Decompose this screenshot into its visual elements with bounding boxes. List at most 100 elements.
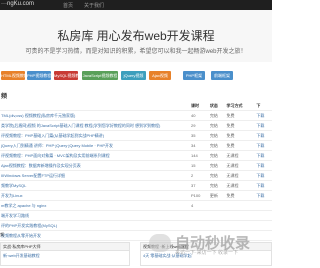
mode-cell: 免费 [225,140,256,151]
mode-cell: 免费 [225,120,256,131]
course-name-link[interactable]: m教学之 apache 与 nginx [0,200,190,211]
nav-about[interactable]: 关于我们 [84,2,104,9]
course-name-link[interactable]: IIIWindows Server配置FTP运行详细 [0,170,190,181]
table-row: 评视频教程：PHP基础入门篇(从基础学起到实战PHP精讲) 35 完结 免费 下载 [0,130,272,141]
mode-cell: 免费 [225,130,256,141]
category-tag-button[interactable]: JavaScript视频教程 [82,71,118,80]
course-name-link[interactable]: jQuery入门到精通 讲师：PHP·jQuery·jQuery Mobile … [0,140,190,151]
table-row: IIIWindows Server配置FTP运行详细 2 完结 无课程 下载 [0,170,272,181]
col-name-header [0,101,190,111]
course-name-link[interactable]: 评的PHP开发实践教程(MySQL) [0,220,190,231]
status-cell: 完结 [208,130,226,141]
course-name-link[interactable]: Ajax视频教程：数据库新增操作及实现分页表 [0,160,190,171]
lessons-cell [190,220,209,231]
course-panel-left: 实战·私房库PHP大师 新·web开发基础教程 [0,242,130,266]
course-name-link[interactable]: 频教学MySQL [0,180,190,191]
course-name-link[interactable]: 评视频教程：PHP基础入门篇(从基础学起到实战PHP精讲) [0,130,190,141]
col-download-header: 下 [255,101,272,111]
panel-link[interactable]: 新·web开发基础教程 [1,251,129,261]
bottom-section-title: 频 [0,232,4,237]
top-navbar: ···ngKu.com 首页 关于我们 [0,0,272,10]
mode-cell [225,220,256,231]
table-row: Ajax视频教程：数据库新增操作及实现分页表 15 完结 无课程 下载 [0,160,272,171]
col-mode-header: 学习方式 [225,101,256,111]
mode-cell: 免费 [225,190,256,201]
table-row: TML(div,css) 视频教程(私房库千元独家版) 40 完结 免费 下载 [0,110,272,121]
table-row: 类学院(后盾网)视频 的JavaScript基础入门课程 教程(学到您学好教程的… [0,120,272,131]
panel-title: 实战·私房库PHP大师 [1,243,129,251]
download-link[interactable] [255,210,272,221]
lessons-cell: 4 [190,200,209,211]
lessons-cell: P100 [190,190,209,201]
download-link[interactable]: 下载 [255,150,272,161]
course-name-link[interactable]: 类学院(后盾网)视频 的JavaScript基础入门课程 教程(学到您学好教程的… [0,120,190,131]
table-header-row: 课时 状态 学习方式 下 [0,101,272,111]
category-tag-button[interactable]: 前端框架 [211,71,233,80]
status-cell: 更新 [208,190,226,201]
download-link[interactable]: 下载 [255,110,272,121]
lessons-cell: 2 [190,170,209,181]
mode-cell: 无课程 [225,160,256,171]
mode-cell [225,210,256,221]
hero-banner: 私房库 用心发布web开发课程 可贵的不是学习热情，而是对知识的积累，希望您可以… [0,10,272,62]
table-row: m教学之 apache 与 nginx 4 [0,200,272,211]
category-tag-button[interactable]: HTML视频教程 [1,71,25,80]
site-logo[interactable]: ···ngKu.com [1,1,34,7]
watermark-subtitle: 来访一下·来访一下 收录一下 [175,250,239,256]
course-name-link[interactable]: TML(div,css) 视频教程(私房库千元独家版) [0,110,190,121]
watermark-overlay: 自动秒收录 来访一下·来访一下 收录一下 [149,232,272,256]
category-tag-button[interactable]: PHP框架 [183,71,205,80]
col-status-header: 状态 [208,101,226,111]
course-name-link[interactable]: 端开发学习路线 [0,210,190,221]
category-tag-button[interactable]: PHP视频教程 [27,71,51,80]
mode-cell: 无课程 [225,170,256,181]
status-cell: 完结 [208,110,226,121]
download-link[interactable]: 下载 [255,160,272,171]
section-title: 频 [1,94,8,100]
status-cell: 完结 [208,160,226,171]
status-cell [208,220,226,231]
table-row: 频教学MySQL 37 完结 无课程 下载 [0,180,272,191]
watermark-logo-icon [149,234,171,252]
download-link[interactable]: 下载 [255,120,272,131]
lessons-cell: 40 [190,110,209,121]
status-cell [208,200,226,211]
table-row: 评的PHP开发实践教程(MySQL) [0,220,272,231]
mode-cell: 免费 [225,110,256,121]
download-link[interactable] [255,220,272,231]
course-name-link[interactable]: 开发为Linux [0,190,190,201]
table-row: 端开发学习路线 [0,210,272,221]
table-row: 评视频教程：PHP面向对象篇 · MVC架构及实用前端系列课程 144 完结 无课程下… [0,150,272,161]
download-link[interactable] [255,200,272,211]
lessons-cell [190,210,209,221]
course-table: 课时 状态 学习方式 下 TML(div,css) 视频教程(私房库千元独家版)… [0,101,272,241]
course-name-link[interactable]: 评视频教程：PHP面向对象篇 · MVC架构及实用前端系列课程 [0,150,190,161]
hero-subtitle: 可贵的不是学习热情，而是对知识的积累，希望您可以和我一起畅游web开发之旅！ [25,49,247,55]
category-tag-button[interactable]: jQuery视频 [121,71,146,80]
hero-title: 私房库 用心发布web开发课程 [57,29,215,43]
lessons-cell: 15 [190,160,209,171]
col-lessons-header: 课时 [190,101,209,111]
status-cell: 完结 [208,150,226,161]
download-link[interactable]: 下载 [255,180,272,191]
category-tags: HTML视频教程PHP视频教程MySQL视频教程 JavaScript视频教程jQ… [0,71,272,81]
download-link[interactable]: 下载 [255,140,272,151]
download-link[interactable]: 下载 [255,190,272,201]
status-cell: 完结 [208,140,226,151]
lessons-cell: 144 [190,150,209,161]
nav-home[interactable]: 首页 [63,2,73,9]
table-row: 开发为Linux P100 更新 免费 下载 [0,190,272,201]
status-cell: 完结 [208,170,226,181]
download-link[interactable]: 下载 [255,170,272,181]
lessons-cell: 37 [190,180,209,191]
table-row: jQuery入门到精通 讲师：PHP·jQuery·jQuery Mobile … [0,140,272,151]
category-tag-button[interactable]: MySQL视频教程 [54,71,78,80]
lessons-cell: 29 [190,120,209,131]
mode-cell: 无课程 [225,150,256,161]
lessons-cell: 35 [190,130,209,141]
lessons-cell: 34 [190,140,209,151]
category-tag-button[interactable]: Ajax视频 [149,71,171,80]
download-link[interactable]: 下载 [255,130,272,141]
mode-cell: 无课程 [225,180,256,191]
mode-cell [225,200,256,211]
